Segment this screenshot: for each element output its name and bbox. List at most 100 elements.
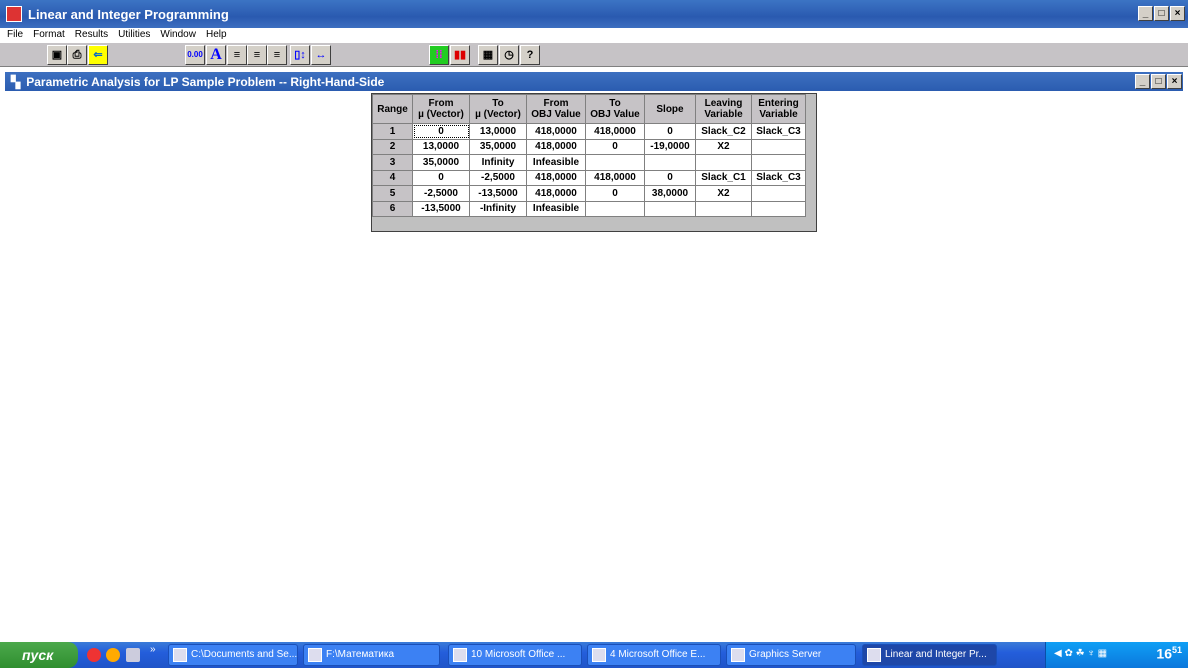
grid-view-icon[interactable]: ⁞⁞ — [429, 45, 449, 65]
bar-chart-icon[interactable]: ▮▮ — [450, 45, 470, 65]
table-cell[interactable]: Infeasible — [526, 154, 586, 171]
table-cell[interactable]: Slack_C2 — [695, 123, 752, 140]
table-cell[interactable] — [585, 200, 645, 217]
number-format-button[interactable]: 0.00 — [185, 45, 205, 65]
table-cell[interactable]: 35,0000 — [412, 154, 470, 171]
column-header[interactable]: Leaving Variable — [695, 94, 752, 124]
tray-icons[interactable]: ◀ ✿ ☘ ♆ ▦ — [1054, 648, 1107, 659]
minimize-button[interactable]: _ — [1138, 6, 1153, 21]
table-cell[interactable]: 0 — [412, 169, 470, 186]
align-right-icon[interactable]: ≡ — [267, 45, 287, 65]
table-cell[interactable] — [695, 154, 752, 171]
table-cell[interactable] — [751, 200, 806, 217]
row-header[interactable]: 5 — [372, 185, 413, 202]
task-label: F:\Математика — [326, 649, 395, 660]
taskbar-task[interactable]: 4 Microsoft Office E... — [587, 644, 721, 666]
show-desktop-icon[interactable] — [126, 648, 140, 662]
table-cell[interactable]: 418,0000 — [585, 123, 645, 140]
table-cell[interactable]: 418,0000 — [585, 169, 645, 186]
table-cell[interactable]: -13,5000 — [469, 185, 527, 202]
row-header[interactable]: 1 — [372, 123, 413, 140]
table-cell[interactable]: X2 — [695, 138, 752, 155]
table-cell[interactable]: 0 — [412, 123, 470, 140]
taskbar-task[interactable]: Graphics Server — [726, 644, 856, 666]
table-cell[interactable]: 418,0000 — [526, 123, 586, 140]
row-header[interactable]: 4 — [372, 169, 413, 186]
child-minimize-button[interactable]: _ — [1135, 74, 1150, 89]
table-cell[interactable]: Slack_C3 — [751, 169, 806, 186]
exit-icon[interactable]: ⇐ — [88, 45, 108, 65]
menu-window[interactable]: Window — [160, 28, 196, 42]
table-cell[interactable]: -19,0000 — [644, 138, 696, 155]
table-cell[interactable] — [644, 200, 696, 217]
table-cell[interactable]: -2,5000 — [469, 169, 527, 186]
calculator-icon[interactable]: ▦ — [478, 45, 498, 65]
task-label: Graphics Server — [749, 649, 822, 660]
child-maximize-button[interactable]: □ — [1151, 74, 1166, 89]
column-header[interactable]: Entering Variable — [751, 94, 806, 124]
table-cell[interactable]: 418,0000 — [526, 185, 586, 202]
align-left-icon[interactable]: ≡ — [227, 45, 247, 65]
child-close-button[interactable]: × — [1167, 74, 1182, 89]
menu-results[interactable]: Results — [75, 28, 108, 42]
table-cell[interactable]: Infinity — [469, 154, 527, 171]
table-cell[interactable]: 38,0000 — [644, 185, 696, 202]
table-cell[interactable]: 0 — [644, 169, 696, 186]
table-cell[interactable]: 13,0000 — [412, 138, 470, 155]
help-icon[interactable]: ? — [520, 45, 540, 65]
menu-format[interactable]: Format — [33, 28, 65, 42]
table-cell[interactable] — [695, 200, 752, 217]
table-cell[interactable]: 0 — [585, 185, 645, 202]
menu-utilities[interactable]: Utilities — [118, 28, 150, 42]
taskbar-task[interactable]: C:\Documents and Se... — [168, 644, 298, 666]
chrome-icon[interactable] — [87, 648, 101, 662]
table-cell[interactable] — [751, 185, 806, 202]
table-row: 5 -2,5000 -13,5000 418,0000 0 38,0000 X2 — [372, 185, 806, 202]
column-header[interactable]: From OBJ Value — [526, 94, 586, 124]
row-header[interactable]: 2 — [372, 138, 413, 155]
column-width-icon[interactable]: ↔ — [311, 45, 331, 65]
table-cell[interactable]: -Infinity — [469, 200, 527, 217]
clock-icon[interactable]: ◷ — [499, 45, 519, 65]
table-cell[interactable]: Slack_C1 — [695, 169, 752, 186]
save-icon[interactable]: ▣ — [47, 45, 67, 65]
column-header[interactable]: From µ (Vector) — [412, 94, 470, 124]
taskbar-task[interactable]: 10 Microsoft Office ... — [448, 644, 582, 666]
column-header[interactable]: Range — [372, 94, 413, 124]
taskbar-task[interactable]: Linear and Integer Pr... — [862, 644, 997, 666]
table-cell[interactable]: -13,5000 — [412, 200, 470, 217]
table-cell[interactable]: -2,5000 — [412, 185, 470, 202]
close-button[interactable]: × — [1170, 6, 1185, 21]
quicklaunch-more[interactable]: » — [150, 644, 156, 655]
table-cell[interactable] — [585, 154, 645, 171]
task-icon — [731, 648, 745, 662]
row-height-icon[interactable]: ▯↕ — [290, 45, 310, 65]
table-cell[interactable] — [751, 138, 806, 155]
menu-help[interactable]: Help — [206, 28, 227, 42]
table-cell[interactable]: 418,0000 — [526, 169, 586, 186]
table-cell[interactable]: Infeasible — [526, 200, 586, 217]
table-cell[interactable]: 35,0000 — [469, 138, 527, 155]
taskbar-task[interactable]: F:\Математика — [303, 644, 440, 666]
table-cell[interactable]: 13,0000 — [469, 123, 527, 140]
start-button[interactable]: пуск — [0, 642, 78, 668]
column-header[interactable]: To OBJ Value — [585, 94, 645, 124]
table-cell[interactable]: 418,0000 — [526, 138, 586, 155]
print-icon[interactable]: ⎙ — [67, 45, 87, 65]
table-cell[interactable]: 0 — [644, 123, 696, 140]
font-button[interactable]: A — [206, 45, 226, 65]
maximize-button[interactable]: □ — [1154, 6, 1169, 21]
align-center-icon[interactable]: ≡ — [247, 45, 267, 65]
menu-file[interactable]: File — [7, 28, 23, 42]
header-line: From — [428, 98, 454, 109]
table-cell[interactable]: X2 — [695, 185, 752, 202]
table-cell[interactable]: Slack_C3 — [751, 123, 806, 140]
table-cell[interactable]: 0 — [585, 138, 645, 155]
column-header[interactable]: To µ (Vector) — [469, 94, 527, 124]
avast-icon[interactable] — [106, 648, 120, 662]
row-header[interactable]: 3 — [372, 154, 413, 171]
table-cell[interactable] — [644, 154, 696, 171]
table-cell[interactable] — [751, 154, 806, 171]
column-header[interactable]: Slope — [644, 94, 696, 124]
row-header[interactable]: 6 — [372, 200, 413, 217]
